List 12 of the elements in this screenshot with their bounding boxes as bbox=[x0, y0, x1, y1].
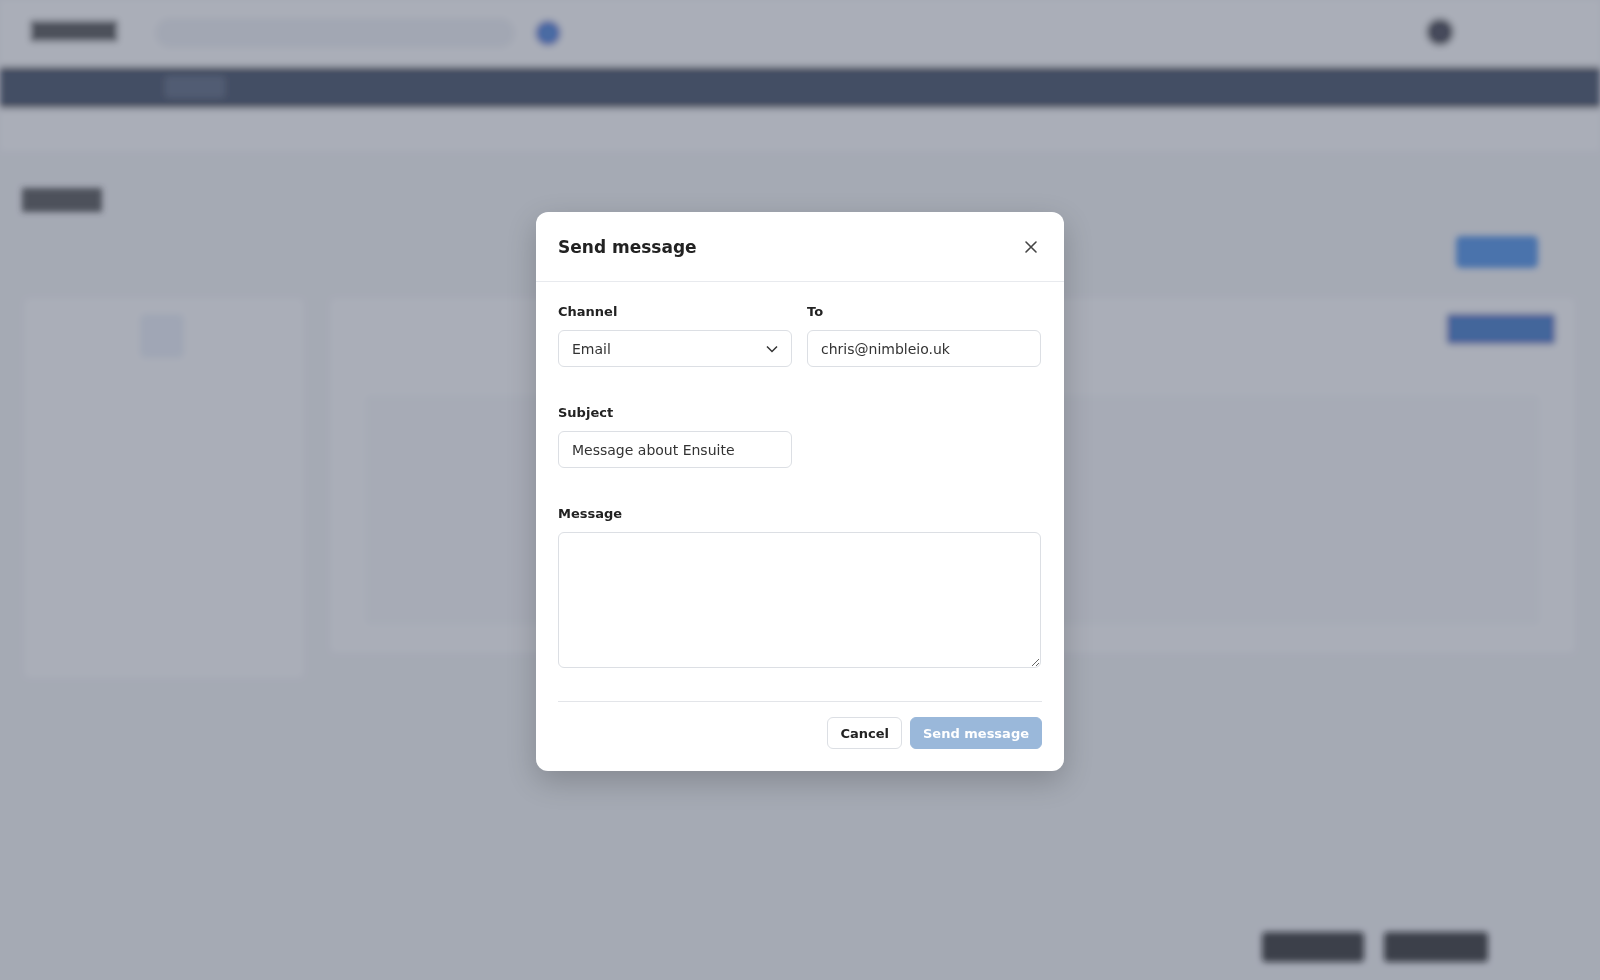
cancel-button[interactable]: Cancel bbox=[827, 717, 902, 749]
field-label: To bbox=[807, 304, 825, 319]
channel-select[interactable]: Email bbox=[558, 330, 792, 367]
input-field[interactable]: Message about Ensuite bbox=[558, 431, 792, 468]
field-label: Subject bbox=[558, 405, 615, 420]
message-field[interactable] bbox=[558, 532, 1041, 668]
close-icon bbox=[1024, 240, 1038, 254]
field-label: Message bbox=[558, 506, 624, 521]
chevron-down-icon bbox=[766, 344, 778, 353]
dialog-title: Send message bbox=[558, 237, 697, 257]
field-label: Channel bbox=[558, 304, 619, 319]
input-field[interactable]: chris@nimbleio.uk bbox=[807, 330, 1041, 367]
